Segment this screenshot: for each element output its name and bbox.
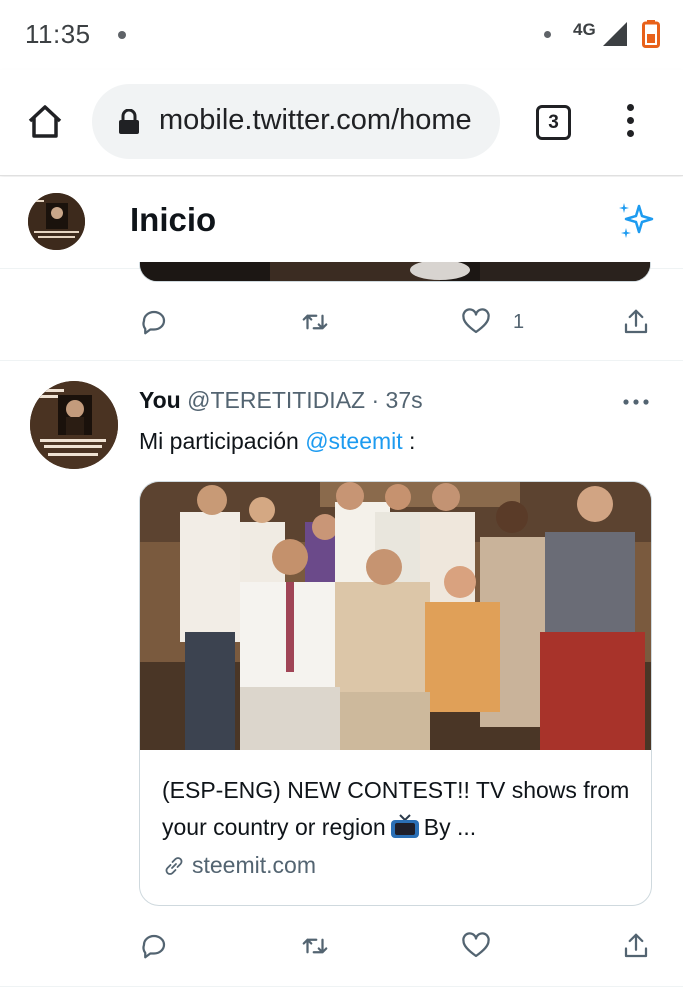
tweet-actions	[139, 924, 659, 968]
retweet-icon	[302, 314, 328, 330]
status-bar: 11:35 4G	[0, 0, 683, 70]
sparkle-icon[interactable]	[615, 200, 657, 242]
like-icon	[462, 308, 490, 334]
tweet-author-avatar[interactable]	[30, 381, 118, 469]
home-icon[interactable]	[25, 102, 65, 142]
card-domain: steemit.com	[162, 852, 316, 879]
menu-icon[interactable]	[620, 104, 640, 144]
tweet-text-suffix: :	[402, 428, 416, 454]
profile-avatar[interactable]	[28, 193, 85, 250]
signal-icon	[603, 22, 627, 46]
tabs-button[interactable]: 3	[536, 105, 571, 140]
tweet-text-prefix: Mi participación	[139, 428, 306, 454]
tweet-text: Mi participación @steemit :	[139, 428, 415, 455]
share-button[interactable]	[621, 924, 651, 968]
reply-icon	[142, 310, 166, 335]
tweet-divider-bottom	[0, 986, 683, 987]
browser-toolbar: mobile.twitter.com/home 3	[0, 70, 683, 176]
tweet-timestamp[interactable]: 37s	[386, 387, 423, 413]
link-card[interactable]: (ESP-ENG) NEW CONTEST!! TV shows from yo…	[139, 481, 652, 906]
battery-icon	[642, 20, 660, 48]
lock-icon	[119, 109, 139, 134]
url-text: mobile.twitter.com/home	[159, 104, 472, 136]
previous-tweet-actions: 1	[139, 300, 659, 344]
address-bar[interactable]: mobile.twitter.com/home	[92, 84, 500, 159]
reply-icon	[142, 934, 166, 959]
retweet-icon	[302, 938, 328, 954]
twitter-header: Inicio	[0, 177, 683, 269]
author-name[interactable]: You	[139, 387, 181, 413]
reply-button[interactable]	[139, 300, 169, 344]
status-dot-icon	[544, 31, 551, 38]
author-handle[interactable]: @TERETITIDIAZ	[187, 387, 365, 413]
previous-tweet-media[interactable]	[139, 262, 651, 282]
notification-dot-icon	[118, 31, 126, 39]
separator-dot: ·	[371, 387, 380, 413]
like-button[interactable]	[461, 924, 491, 968]
tv-icon	[390, 814, 419, 838]
share-button[interactable]	[621, 300, 651, 344]
share-icon	[624, 933, 648, 958]
retweet-button[interactable]	[300, 924, 330, 968]
network-type: 4G	[573, 20, 596, 39]
card-image	[140, 482, 651, 750]
like-count: 1	[513, 310, 525, 333]
link-icon	[165, 856, 183, 875]
card-title: (ESP-ENG) NEW CONTEST!! TV shows from yo…	[162, 772, 642, 846]
card-title-suffix: By ...	[423, 814, 477, 840]
card-domain-text: steemit.com	[192, 852, 316, 878]
page-title: Inicio	[130, 201, 217, 238]
like-button[interactable]: 1	[461, 300, 524, 344]
like-icon	[462, 932, 490, 958]
mention-link[interactable]: @steemit	[305, 428, 402, 454]
retweet-button[interactable]	[300, 300, 330, 344]
more-icon[interactable]	[620, 392, 652, 412]
status-time: 11:35	[25, 19, 91, 49]
tweet-divider	[0, 360, 683, 361]
reply-button[interactable]	[139, 924, 169, 968]
tweet-header: You @TERETITIDIAZ · 37s	[139, 387, 423, 414]
share-icon	[624, 309, 648, 334]
